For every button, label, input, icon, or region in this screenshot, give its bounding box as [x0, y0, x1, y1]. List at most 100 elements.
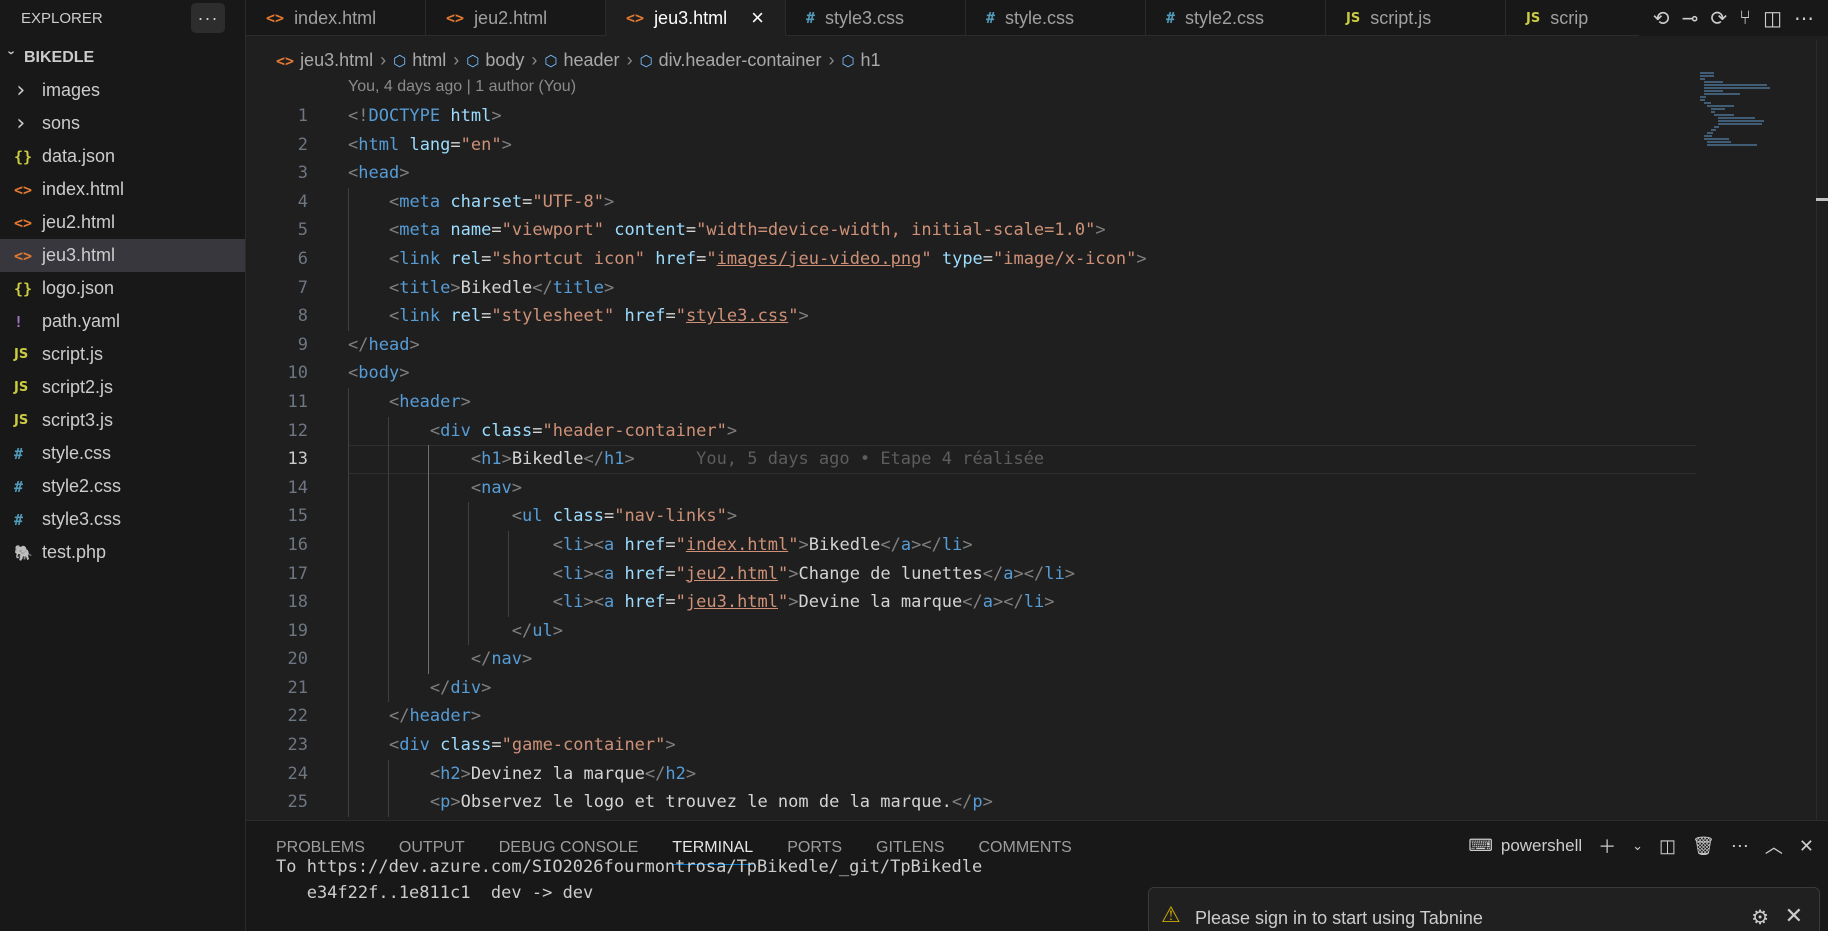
code-line[interactable]: 19 </ul>: [246, 616, 1696, 646]
tab-style3-css[interactable]: # style3.css: [786, 0, 966, 36]
close-panel-icon[interactable]: ✕: [1799, 836, 1814, 857]
git-compare-next-icon[interactable]: ⟳: [1710, 6, 1727, 31]
breadcrumb-item[interactable]: ⬡ header: [544, 50, 619, 71]
maximize-panel-icon[interactable]: ︿: [1765, 833, 1783, 859]
chevron-right-icon: ›: [14, 111, 28, 136]
split-terminal-icon[interactable]: ◫: [1659, 836, 1676, 857]
file-tree-item[interactable]: <> jeu2.html: [0, 206, 245, 239]
code-line[interactable]: 15 <ul class="nav-links">: [246, 502, 1696, 531]
breadcrumb-item[interactable]: ⬡ body: [466, 50, 524, 71]
code-line[interactable]: 17 <li><a href="jeu2.html">Change de lun…: [246, 559, 1696, 589]
split-editor-icon[interactable]: ◫: [1763, 6, 1782, 31]
minimap-line: [1707, 141, 1731, 143]
code-text: <nav>: [470, 477, 523, 498]
tab-jeu2-html[interactable]: <> jeu2.html: [426, 0, 606, 36]
code-line[interactable]: 20 </nav>: [246, 645, 1696, 674]
js-file-icon: JS: [14, 413, 29, 428]
new-terminal-icon[interactable]: ＋: [1598, 833, 1616, 859]
tab-index-html[interactable]: <> index.html: [246, 0, 426, 36]
close-tab-icon[interactable]: ×: [751, 5, 764, 31]
code-line[interactable]: 10 <body>: [246, 359, 1696, 388]
file-tree-item[interactable]: › sons: [0, 107, 245, 140]
code-line[interactable]: 9 </head>: [246, 331, 1696, 360]
code-line[interactable]: 2 <html lang="en">: [246, 131, 1696, 160]
file-tree-item[interactable]: # style3.css: [0, 503, 245, 536]
code-line[interactable]: 7 <title>Bikedle</title>: [246, 273, 1696, 303]
file-tree-item-label: script.js: [42, 344, 104, 364]
code-line[interactable]: 3 <head>: [246, 159, 1696, 188]
file-tree-item[interactable]: {} logo.json: [0, 272, 245, 305]
code-line[interactable]: 23 <div class="game-container">: [246, 731, 1696, 760]
code-line[interactable]: 25 <p>Observez le logo et trouvez le nom…: [246, 788, 1696, 817]
code-line[interactable]: 21 </div>: [246, 673, 1696, 703]
code-line[interactable]: 11 <header>: [246, 387, 1696, 417]
close-icon[interactable]: ✕: [1785, 903, 1803, 929]
code-text: </head>: [348, 334, 420, 355]
terminal-shell-selector[interactable]: ⌨ powershell: [1468, 836, 1582, 856]
line-number: 22: [287, 706, 308, 727]
file-tree-item[interactable]: › images: [0, 74, 245, 107]
yaml-file-icon: !: [14, 312, 24, 331]
breadcrumb-item[interactable]: ⬡ div.header-container: [640, 50, 822, 71]
panel-tab-comments[interactable]: COMMENTS: [979, 839, 1072, 865]
more-actions-button[interactable]: ···: [191, 3, 225, 33]
file-tree-item[interactable]: 🐘 test.php: [0, 536, 245, 569]
code-line[interactable]: 13 <h1>Bikedle</h1> You, 5 days ago • Et…: [288, 445, 1696, 474]
git-branch-icon[interactable]: ⑂: [1739, 7, 1751, 30]
code-line[interactable]: 14 <nav>: [246, 473, 1696, 503]
code-editor[interactable]: 1 <!DOCTYPE html> 2 <html lang="en"> 3 <head>…: [246, 102, 1696, 818]
tab-label: jeu2.html: [474, 7, 548, 28]
more-actions-icon[interactable]: ⋯: [1794, 6, 1814, 31]
code-line[interactable]: 8 <link rel="stylesheet" href="style3.cs…: [246, 302, 1696, 331]
breadcrumb-item[interactable]: ⬡ h1: [841, 50, 880, 71]
tab-style-css[interactable]: # style.css: [966, 0, 1146, 36]
code-text: <ul class="nav-links">: [511, 506, 738, 527]
file-tree-item[interactable]: <> jeu3.html: [0, 239, 245, 272]
codelens-blame[interactable]: You, 4 days ago | 1 author (You): [348, 78, 576, 96]
code-line[interactable]: 16 <li><a href="index.html">Bikedle</a><…: [246, 530, 1696, 560]
line-number: 7: [297, 277, 308, 298]
file-tree-item[interactable]: # style2.css: [0, 470, 245, 503]
tab-jeu3-html[interactable]: <> jeu3.html ×: [606, 0, 786, 36]
code-line[interactable]: 18 <li><a href="jeu3.html">Devine la mar…: [246, 588, 1696, 617]
more-actions-icon[interactable]: ⋯: [1731, 836, 1749, 857]
minimap-line: [1710, 129, 1717, 131]
breadcrumb-item[interactable]: <> jeu3.html: [276, 50, 373, 71]
file-tree-item-label: style2.css: [42, 476, 122, 496]
tab-style2-css[interactable]: # style2.css: [1146, 0, 1326, 36]
file-tree-item[interactable]: {} data.json: [0, 140, 245, 173]
file-tree-item[interactable]: JS script3.js: [0, 404, 245, 437]
folder-root-bikedle[interactable]: › BIKEDLE: [0, 42, 245, 74]
breadcrumb-item[interactable]: ⬡ html: [393, 50, 446, 71]
symbol-element-icon: ⬡: [841, 52, 855, 70]
trash-icon[interactable]: 🗑: [1692, 836, 1715, 857]
line-number: 8: [297, 306, 308, 327]
git-compare-previous-icon[interactable]: ⟲: [1653, 6, 1670, 31]
html-file-icon: <>: [14, 246, 33, 265]
inline-blame: You, 5 days ago • Etape 4 réalisée: [634, 449, 1045, 470]
gear-icon[interactable]: ⚙: [1751, 905, 1769, 930]
code-line[interactable]: 24 <h2>Devinez la marque</h2>: [246, 759, 1696, 789]
chevron-down-icon[interactable]: ⌄: [1632, 838, 1643, 854]
git-commit-icon[interactable]: ⊸: [1682, 6, 1699, 31]
code-line[interactable]: 22 </header>: [246, 702, 1696, 732]
code-line[interactable]: 1 <!DOCTYPE html>: [246, 102, 1696, 131]
code-line[interactable]: 4 <meta charset="UTF-8">: [246, 187, 1696, 217]
file-tree-item[interactable]: # style.css: [0, 437, 245, 470]
code-line[interactable]: 6 <link rel="shortcut icon" href="images…: [246, 244, 1696, 274]
file-tree-item[interactable]: <> index.html: [0, 173, 245, 206]
code-line[interactable]: 5 <meta name="viewport" content="width=d…: [246, 216, 1696, 245]
chevron-right-icon: ›: [828, 49, 835, 70]
minimap-line: [1700, 78, 1706, 80]
code-line[interactable]: 12 <div class="header-container">: [246, 416, 1696, 446]
code-text: <li><a href="jeu2.html">Change de lunett…: [552, 563, 1075, 584]
tab-script-js[interactable]: JS script.js: [1326, 0, 1506, 36]
editor-scrollbar[interactable]: [1816, 40, 1817, 820]
code-text: <meta name="viewport" content="width=dev…: [388, 220, 1106, 241]
file-tree-item[interactable]: JS script2.js: [0, 371, 245, 404]
file-tree-item[interactable]: ! path.yaml: [0, 305, 245, 338]
line-number: 12: [287, 420, 308, 441]
minimap[interactable]: [1700, 72, 1810, 182]
line-number: 21: [287, 677, 308, 698]
file-tree-item[interactable]: JS script.js: [0, 338, 245, 371]
